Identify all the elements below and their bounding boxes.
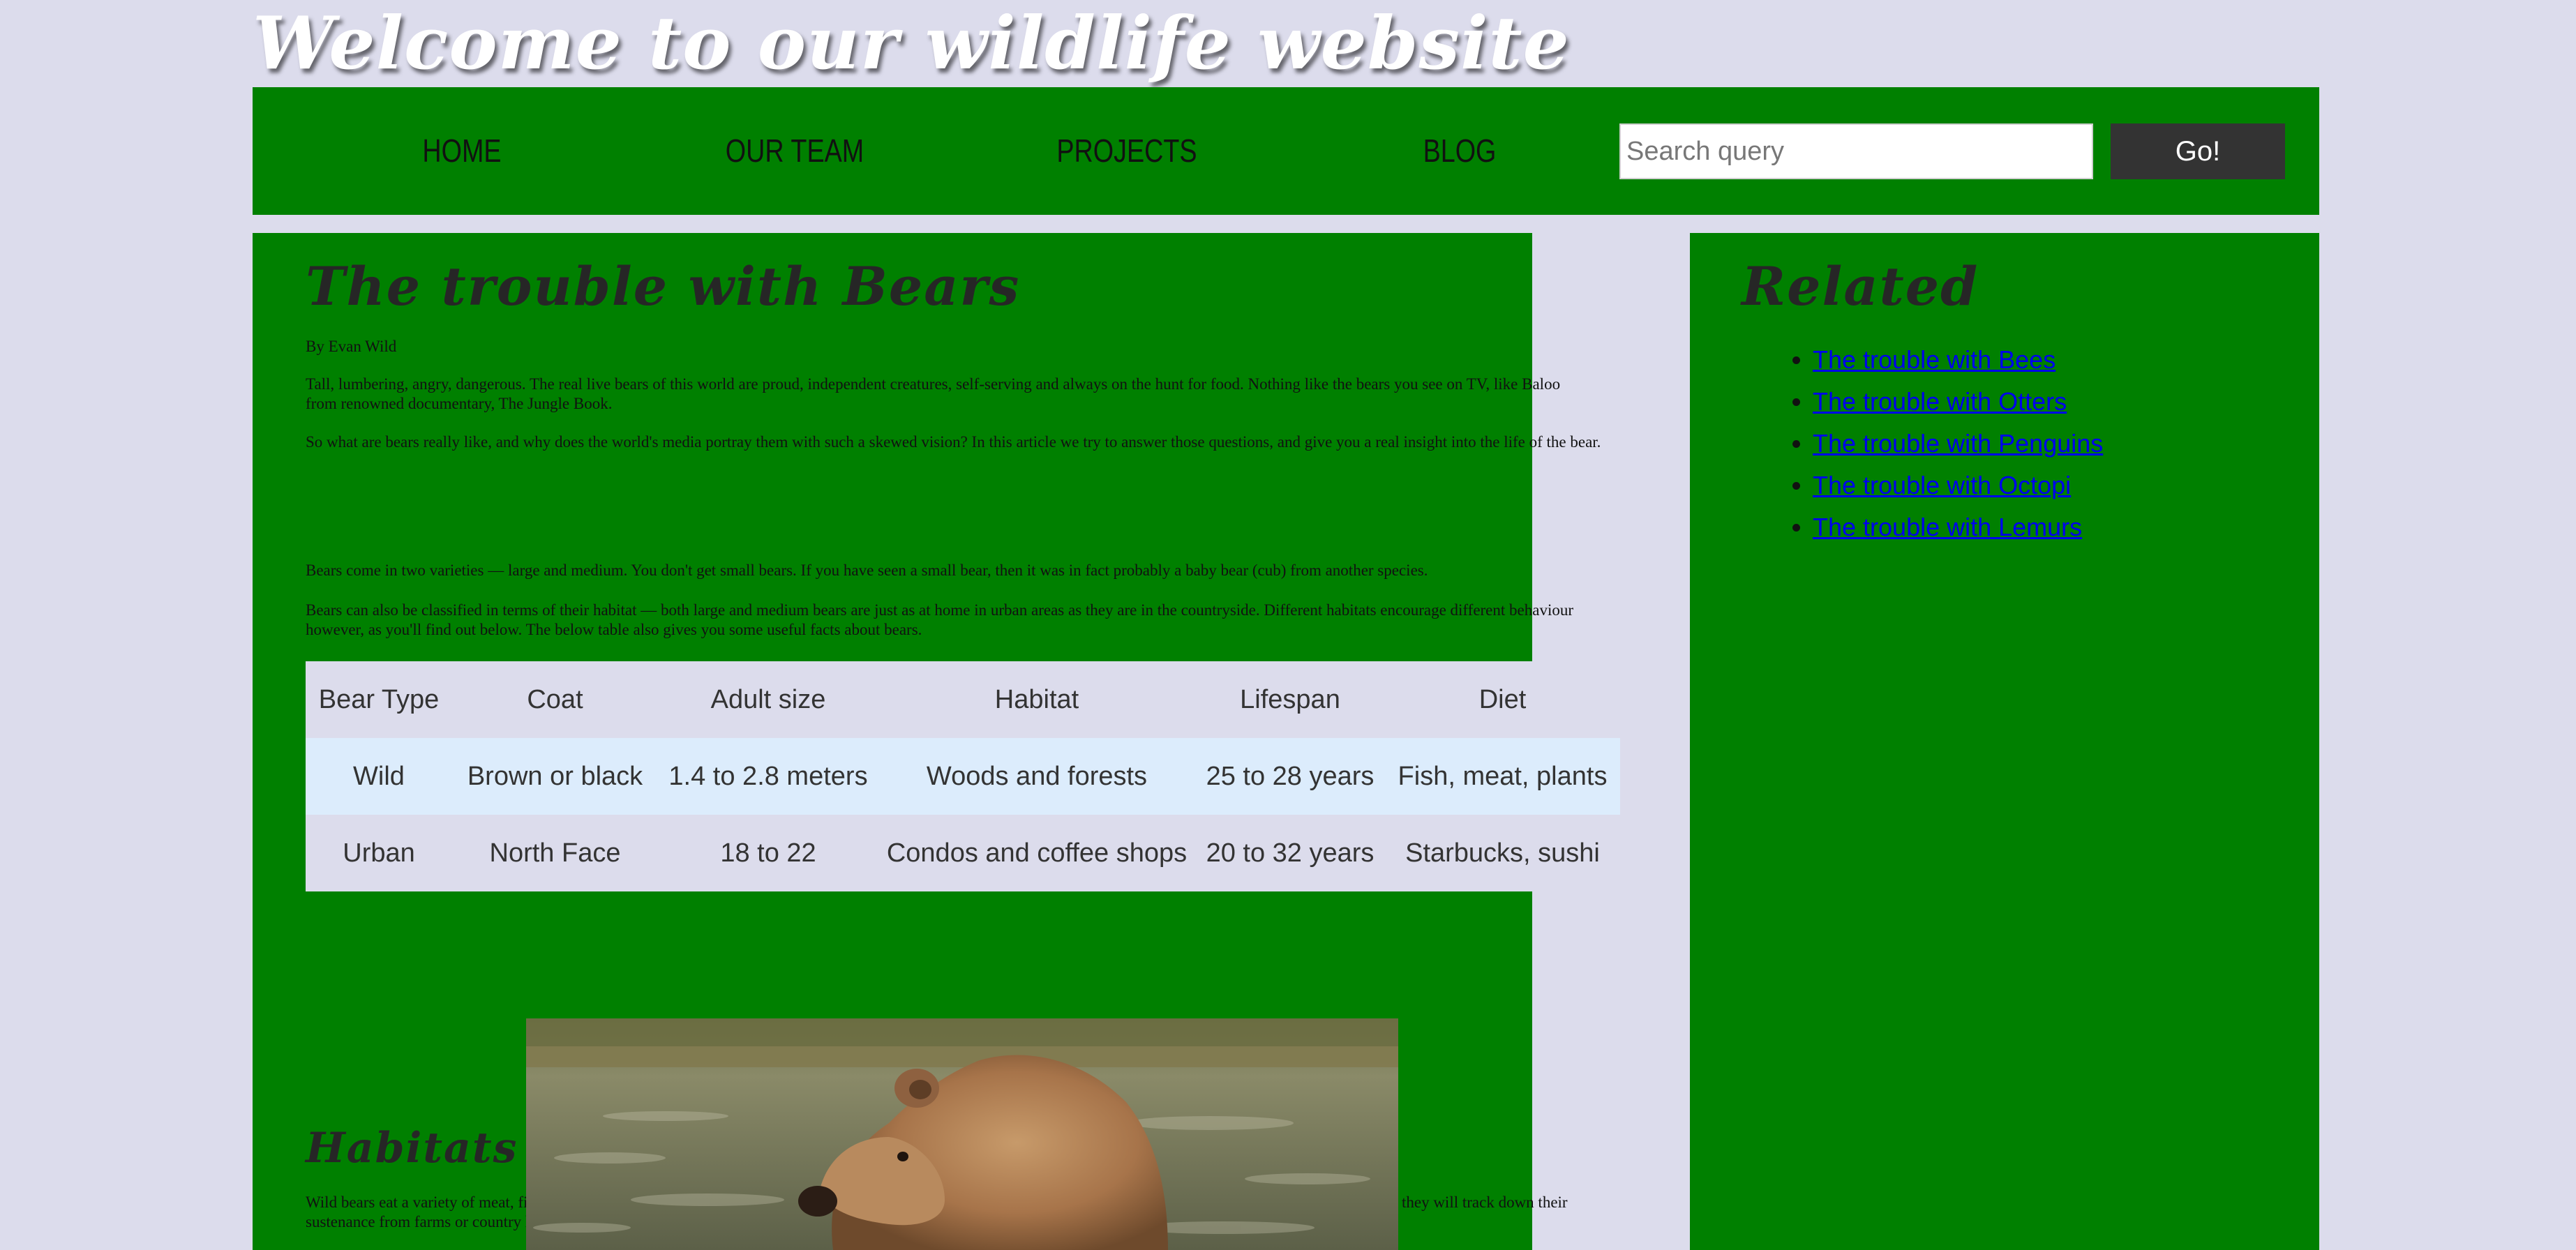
table-row: Wild Brown or black 1.4 to 2.8 meters Wo… <box>306 738 1620 815</box>
related-link-penguins[interactable]: The trouble with Penguins <box>1813 429 2103 458</box>
bear-photo <box>526 1018 1398 1250</box>
table-cell: 18 to 22 <box>720 838 816 868</box>
table-header-cell: Diet <box>1478 684 1527 714</box>
search-input[interactable] <box>1619 123 2093 179</box>
table-cell: Wild <box>353 761 405 791</box>
table-header-row: Bear Type Coat Adult size Habitat Lifesp… <box>306 661 1620 738</box>
table-cell: North Face <box>489 838 621 868</box>
byline: By Evan Wild <box>306 338 397 355</box>
nav-blog-link[interactable]: BLOG <box>1374 87 1545 215</box>
types-paragraph-2: Bears can also be classified in terms of… <box>306 601 1573 638</box>
bear-facts-table: Bear Type Coat Adult size Habitat Lifesp… <box>306 661 1620 891</box>
list-item: The trouble with Penguins <box>1813 423 2103 465</box>
related-link-octopi[interactable]: The trouble with Octopi <box>1813 471 2071 499</box>
table-header-cell: Adult size <box>710 684 826 714</box>
related-link-lemurs[interactable]: The trouble with Lemurs <box>1813 513 2082 541</box>
table-cell: Brown or black <box>467 761 643 791</box>
go-button[interactable]: Go! <box>2111 123 2285 179</box>
table-cell: 25 to 28 years <box>1206 761 1375 791</box>
list-item: The trouble with Lemurs <box>1813 506 2103 548</box>
article-main: The trouble with Bears By Evan Wild Tall… <box>253 233 1620 1250</box>
related-title: Related <box>1742 255 1979 317</box>
navbar: HOME OUR TEAM PROJECTS BLOG Go! <box>253 87 2319 215</box>
intro-paragraph-1: Tall, lumbering, angry, dangerous. The r… <box>306 375 1561 412</box>
related-link-bees[interactable]: The trouble with Bees <box>1813 345 2055 374</box>
table-cell: 1.4 to 2.8 meters <box>668 761 868 791</box>
table-cell: Condos and coffee shops <box>886 838 1188 868</box>
table-header-cell: Coat <box>527 684 583 714</box>
table-header-cell: Bear Type <box>318 684 440 714</box>
table-row: Urban North Face 18 to 22 Condos and cof… <box>306 815 1620 891</box>
table-header-cell: Habitat <box>994 684 1079 714</box>
list-item: The trouble with Bees <box>1813 339 2103 381</box>
intro-paragraph-2: So what are bears really like, and why d… <box>306 433 1601 451</box>
list-item: The trouble with Otters <box>1813 381 2103 423</box>
list-item: The trouble with Octopi <box>1813 465 2103 506</box>
types-paragraph-1: Bears come in two varieties — large and … <box>306 562 1428 579</box>
related-link-otters[interactable]: The trouble with Otters <box>1813 387 2067 416</box>
nav-projects-link[interactable]: PROJECTS <box>1041 87 1213 215</box>
article-title: The trouble with Bears <box>306 255 1021 317</box>
table-cell: Fish, meat, plants <box>1398 761 1608 791</box>
site-title: Welcome to our wildlife website <box>253 0 1570 86</box>
related-list: The trouble with Bees The trouble with O… <box>1813 339 2103 548</box>
nav-our-team-link[interactable]: OUR TEAM <box>709 87 881 215</box>
nav-home-link[interactable]: HOME <box>376 87 548 215</box>
table-cell: Urban <box>343 838 415 868</box>
table-header-cell: Lifespan <box>1240 684 1340 714</box>
table-cell: Starbucks, sushi <box>1405 838 1600 868</box>
related-sidebar: Related The trouble with Bees The troubl… <box>1690 233 2319 1250</box>
table-cell: Woods and forests <box>926 761 1148 791</box>
table-cell: 20 to 32 years <box>1206 838 1375 868</box>
